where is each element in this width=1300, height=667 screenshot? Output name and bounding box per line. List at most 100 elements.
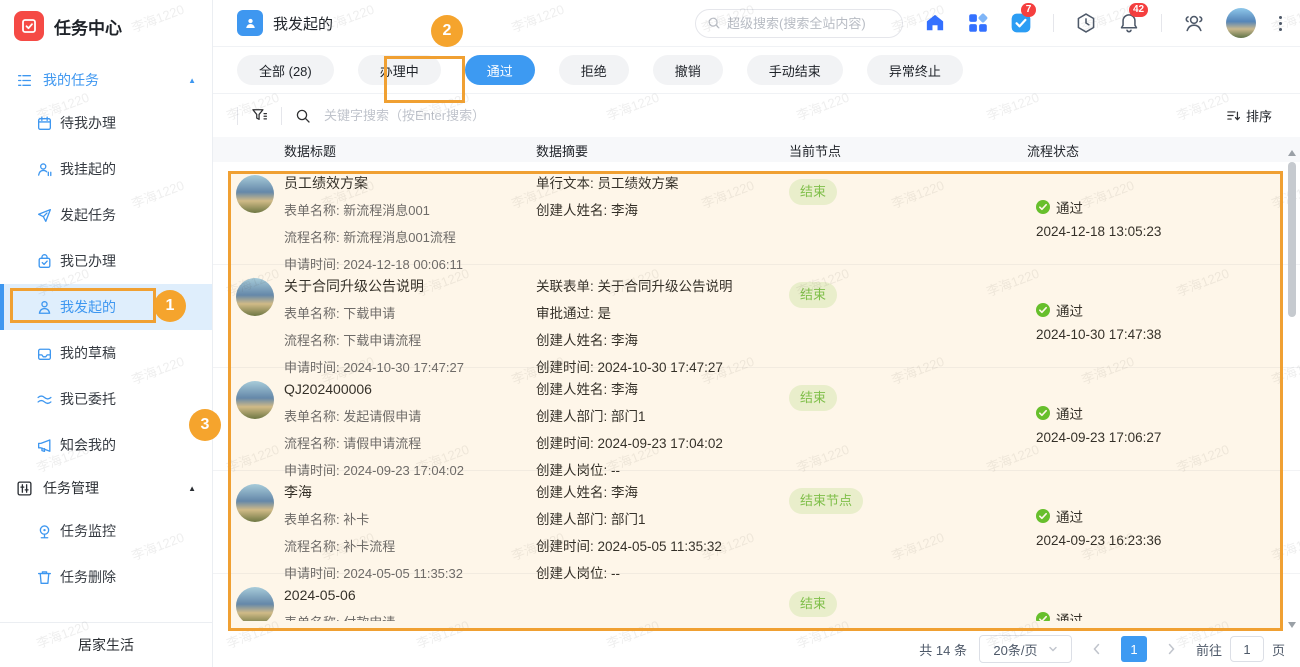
sidebar-item-label: 我已办理: [60, 251, 116, 271]
sidebar-item-0-7[interactable]: 知会我的: [0, 422, 212, 468]
table-row[interactable]: 员工绩效方案表单名称: 新流程消息001流程名称: 新流程消息001流程申请时间…: [213, 162, 1300, 265]
send-icon: [36, 207, 53, 224]
row-summary-line: 创建时间: 2024-05-05 11:35:32: [536, 533, 786, 560]
main-area: 我发起的: [213, 0, 1300, 667]
support-icon[interactable]: [1183, 12, 1205, 34]
home-icon[interactable]: [924, 12, 946, 34]
col-header-node: 当前节点: [789, 141, 841, 160]
keyword-search-input[interactable]: [324, 108, 1213, 123]
row-summary-line: 关联表单: 关于合同升级公告说明: [536, 273, 786, 300]
current-node-tag: 结束节点: [789, 488, 863, 514]
table-row[interactable]: 关于合同升级公告说明表单名称: 下载申请流程名称: 下载申请流程申请时间: 20…: [213, 265, 1300, 368]
table-row[interactable]: 李海表单名称: 补卡流程名称: 补卡流程申请时间: 2024-05-05 11:…: [213, 471, 1300, 574]
status-tab-1[interactable]: 办理中: [358, 55, 441, 85]
filter-row: 排序: [213, 94, 1300, 137]
col-header-summary: 数据摘要: [536, 141, 588, 160]
tasks-badge: 7: [1021, 3, 1036, 17]
row-title: 2024-05-06: [284, 582, 532, 609]
status-tab-0[interactable]: 全部 (28): [237, 55, 334, 85]
sidebar-item-0-4[interactable]: 我发起的: [0, 284, 212, 330]
row-summary-line: 创建时间: 2024-09-23 17:04:02: [536, 430, 786, 457]
sidebar-item-1-1[interactable]: 任务删除: [0, 554, 212, 600]
app-logo-row: 任务中心: [0, 0, 212, 52]
row-field: 流程名称: 下载申请流程: [284, 327, 532, 354]
table-row[interactable]: 2024-05-06表单名称: 付款申请结束通过: [213, 574, 1300, 621]
sidebar-item-label: 任务删除: [60, 567, 116, 587]
row-summary-line: 创建人姓名: 李海: [536, 327, 786, 354]
current-node-tag: 结束: [789, 282, 837, 308]
row-summary-line: 创建人姓名: 李海: [536, 376, 786, 403]
sort-button[interactable]: 排序: [1226, 106, 1272, 125]
sidebar-footer-link[interactable]: 居家生活: [0, 622, 212, 667]
sidebar-item-1-0[interactable]: 任务监控: [0, 508, 212, 554]
calendar-icon: [36, 115, 53, 132]
status-label: 通过: [1056, 403, 1083, 423]
page-title-icon: [237, 10, 263, 36]
row-field: 表单名称: 补卡: [284, 506, 532, 533]
sidebar-item-0-5[interactable]: 我的草稿: [0, 330, 212, 376]
search-icon: [707, 16, 721, 30]
scrollbar-thumb[interactable]: [1288, 162, 1296, 317]
sort-icon: [1226, 108, 1241, 123]
pass-check-icon: [1036, 509, 1050, 523]
bell-icon[interactable]: 42: [1118, 12, 1140, 34]
list-scrollbar[interactable]: [1287, 148, 1297, 630]
row-field: 流程名称: 补卡流程: [284, 533, 532, 560]
filter-icon[interactable]: [251, 107, 268, 124]
collapse-arrow-icon[interactable]: ▲: [188, 484, 196, 493]
scroll-down-arrow-icon[interactable]: [1288, 622, 1296, 628]
row-field: 表单名称: 新流程消息001: [284, 197, 532, 224]
sidebar-item-0-0[interactable]: 待我办理: [0, 100, 212, 146]
row-title: 李海: [284, 479, 532, 506]
menu-list-icon: [16, 72, 33, 89]
sidebar-section-1[interactable]: 任务管理▲: [0, 468, 212, 508]
status-tab-5[interactable]: 手动结束: [747, 55, 843, 85]
status-tab-4[interactable]: 撤销: [653, 55, 723, 85]
sidebar-section-0[interactable]: 我的任务▲: [0, 60, 212, 100]
sidebar-item-0-2[interactable]: 发起任务: [0, 192, 212, 238]
global-search-input[interactable]: [727, 16, 891, 31]
table-row[interactable]: QJ202400006表单名称: 发起请假申请流程名称: 请假申请流程申请时间:…: [213, 368, 1300, 471]
page-size-select[interactable]: 20条/页: [979, 635, 1072, 663]
row-field: 表单名称: 下载申请: [284, 300, 532, 327]
user-avatar[interactable]: [1226, 8, 1256, 38]
sidebar-item-0-3[interactable]: 我已办理: [0, 238, 212, 284]
topbar-divider: [1053, 14, 1054, 32]
tasks-icon[interactable]: 7: [1010, 12, 1032, 34]
status-tab-3[interactable]: 拒绝: [559, 55, 629, 85]
sidebar-nav: 我的任务▲待我办理我挂起的发起任务我已办理我发起的我的草稿我已委托知会我的任务管…: [0, 60, 212, 600]
sidebar-item-0-6[interactable]: 我已委托: [0, 376, 212, 422]
row-summary-line: 创建人部门: 部门1: [536, 403, 786, 430]
sidebar-item-0-1[interactable]: 我挂起的: [0, 146, 212, 192]
apps-grid-icon[interactable]: [967, 12, 989, 34]
status-tabs: 全部 (28) 办理中通过拒绝撤销手动结束异常终止: [213, 47, 1300, 94]
current-node-tag: 结束: [789, 385, 837, 411]
prev-page-button[interactable]: [1084, 643, 1109, 655]
drafts-icon: [36, 345, 53, 362]
row-summary-line: 创建人姓名: 李海: [536, 197, 786, 224]
global-search[interactable]: [695, 9, 903, 38]
filter-divider: [237, 107, 238, 125]
sliders-icon: [16, 480, 33, 497]
row-avatar: [236, 278, 274, 316]
row-avatar: [236, 587, 274, 621]
row-summary-line: 创建人姓名: 李海: [536, 479, 786, 506]
scroll-up-arrow-icon[interactable]: [1288, 150, 1296, 156]
chevron-down-icon: [1048, 644, 1058, 654]
goto-page: 前往 页: [1196, 636, 1285, 662]
row-avatar: [236, 175, 274, 213]
status-tab-2[interactable]: 通过: [465, 55, 535, 85]
pass-check-icon: [1036, 406, 1050, 420]
status-time: 2024-09-23 17:06:27: [1036, 430, 1161, 445]
time-icon[interactable]: [1075, 12, 1097, 34]
next-page-button[interactable]: [1159, 643, 1184, 655]
page-size-value: 20条/页: [993, 640, 1037, 659]
pass-check-icon: [1036, 612, 1050, 621]
status-tab-6[interactable]: 异常终止: [867, 55, 963, 85]
current-page-button[interactable]: 1: [1121, 636, 1147, 662]
notification-badge: 42: [1129, 3, 1148, 17]
goto-page-input[interactable]: [1230, 636, 1264, 662]
pagination: 共 14 条 20条/页 1 前往 页: [213, 631, 1300, 667]
more-menu-icon[interactable]: [1277, 14, 1284, 33]
collapse-arrow-icon[interactable]: ▲: [188, 76, 196, 85]
